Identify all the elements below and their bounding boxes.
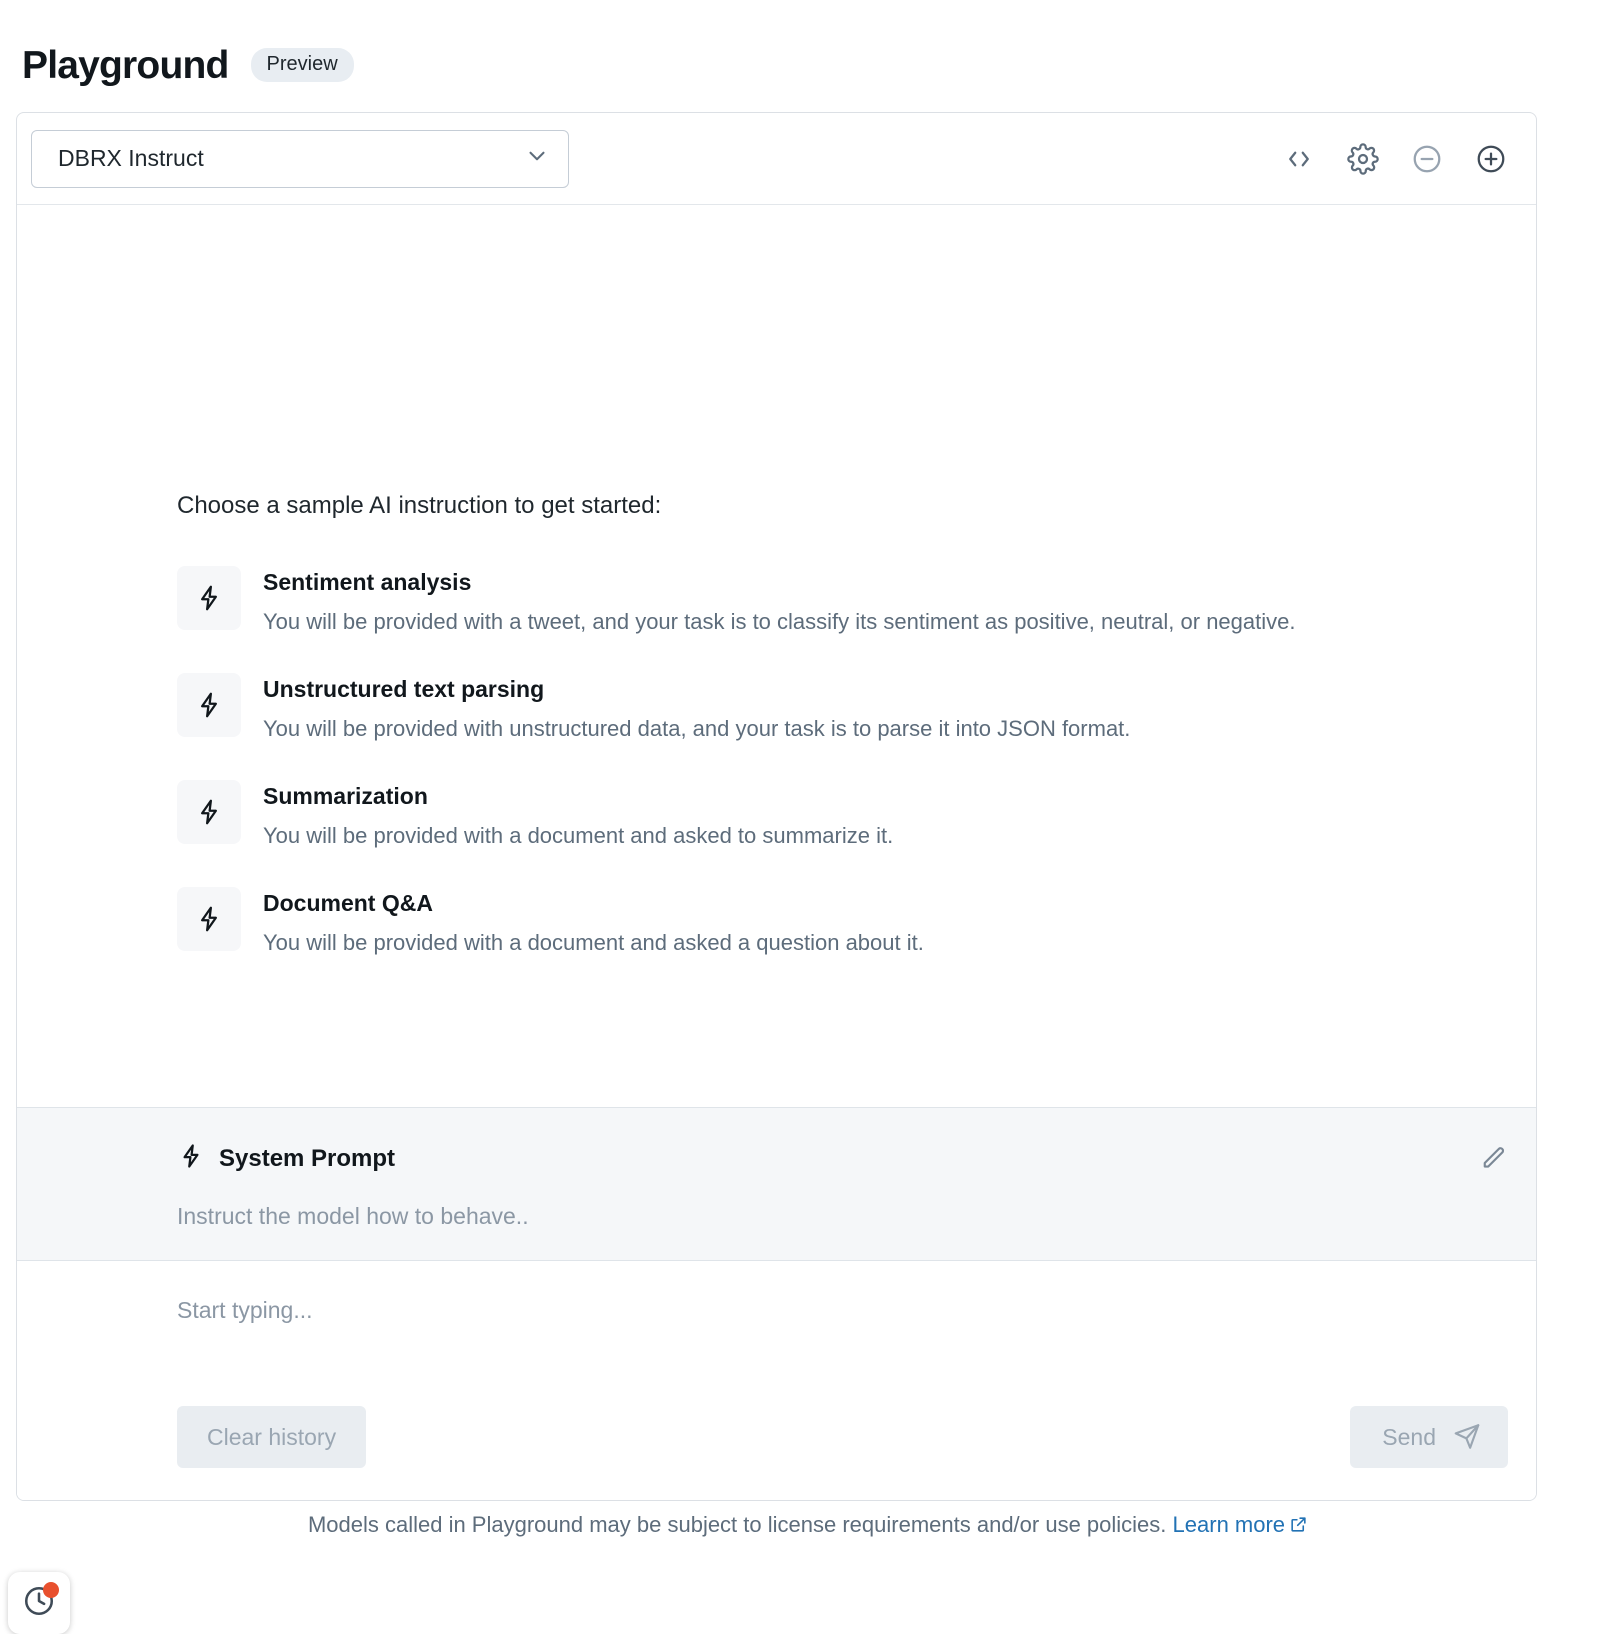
sample-text: Document Q&A You will be provided with a… <box>263 887 924 958</box>
gear-icon[interactable] <box>1346 142 1380 176</box>
composer-buttons: Clear history Send <box>177 1406 1508 1468</box>
sample-item-document-qa[interactable]: Document Q&A You will be provided with a… <box>177 887 1397 958</box>
learn-more-link[interactable]: Learn more <box>1173 1512 1309 1537</box>
sample-title: Sentiment analysis <box>263 569 472 595</box>
card-toolbar: DBRX Instruct <box>17 113 1536 205</box>
preview-badge: Preview <box>250 48 354 82</box>
sample-title: Summarization <box>263 783 428 810</box>
model-select[interactable]: DBRX Instruct <box>31 129 569 188</box>
samples-heading: Choose a sample AI instruction to get st… <box>177 492 662 519</box>
minus-circle-icon[interactable] <box>1410 142 1444 176</box>
sample-text: Unstructured text parsing You will be pr… <box>263 673 1130 744</box>
model-select-value: DBRX Instruct <box>58 145 204 171</box>
sample-description: You will be provided with a tweet, and y… <box>263 608 1296 634</box>
lightning-icon <box>177 566 241 630</box>
sample-description: You will be provided with a document and… <box>263 822 894 848</box>
clear-history-label: Clear history <box>207 1423 337 1450</box>
playground-card: DBRX Instruct Choose a sample AI instruc… <box>16 112 1537 1501</box>
sample-title: Document Q&A <box>263 890 433 917</box>
sample-title: Unstructured text parsing <box>263 676 545 703</box>
paper-plane-icon <box>1452 1419 1482 1455</box>
composer: Start typing... Clear history Send <box>17 1261 1536 1500</box>
sample-description: You will be provided with a document and… <box>263 930 924 956</box>
notification-dot <box>43 1582 59 1598</box>
sample-description: You will be provided with unstructured d… <box>263 715 1131 741</box>
clear-history-button[interactable]: Clear history <box>177 1406 367 1468</box>
code-icon[interactable] <box>1282 142 1316 176</box>
lightning-icon <box>177 887 241 952</box>
sample-instructions: Choose a sample AI instruction to get st… <box>177 492 1397 994</box>
message-input[interactable]: Start typing... <box>177 1297 1508 1324</box>
footer-note: Models called in Playground may be subje… <box>0 1512 1616 1540</box>
lightning-icon <box>177 780 241 845</box>
sample-item-sentiment-analysis[interactable]: Sentiment analysis You will be provided … <box>177 566 1397 637</box>
external-link-icon <box>1289 1514 1308 1539</box>
plus-circle-icon[interactable] <box>1474 142 1508 176</box>
sample-item-summarization[interactable]: Summarization You will be provided with … <box>177 780 1397 851</box>
chevron-down-icon <box>524 143 550 175</box>
sample-text: Sentiment analysis You will be provided … <box>263 566 1296 637</box>
send-label: Send <box>1382 1423 1436 1450</box>
system-prompt-header: System Prompt <box>177 1142 1508 1175</box>
toolbar-actions <box>1282 142 1508 176</box>
system-prompt-panel: System Prompt Instruct the model how to … <box>17 1107 1536 1261</box>
page-header: Playground Preview <box>0 0 1616 100</box>
footer-text: Models called in Playground may be subje… <box>307 1512 1167 1537</box>
history-widget-button[interactable] <box>8 1572 70 1634</box>
pencil-icon[interactable] <box>1478 1144 1508 1174</box>
sample-text: Summarization You will be provided with … <box>263 780 893 851</box>
learn-more-label: Learn more <box>1172 1512 1286 1537</box>
lightning-icon <box>177 1142 205 1175</box>
page-title: Playground <box>22 43 229 87</box>
send-button[interactable]: Send <box>1350 1406 1508 1468</box>
sample-item-unstructured-text-parsing[interactable]: Unstructured text parsing You will be pr… <box>177 673 1397 744</box>
system-prompt-input[interactable]: Instruct the model how to behave.. <box>177 1203 1508 1230</box>
system-prompt-title: System Prompt <box>219 1144 396 1172</box>
lightning-icon <box>177 673 241 738</box>
card-body: Choose a sample AI instruction to get st… <box>17 205 1536 1107</box>
